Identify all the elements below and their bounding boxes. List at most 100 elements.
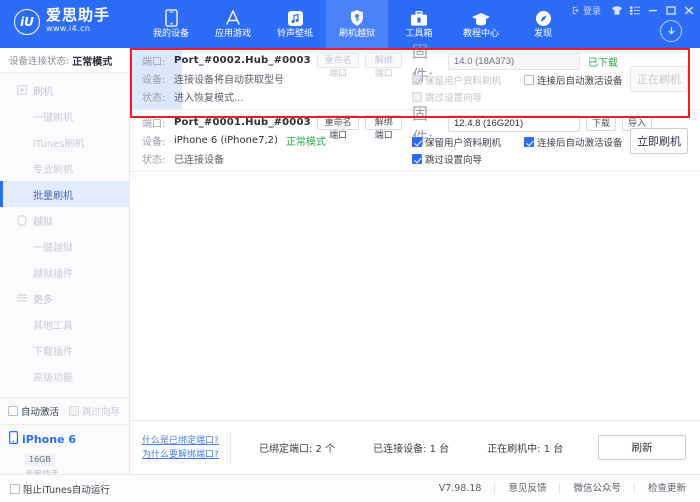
rename-port-button[interactable]: 重命名端口 <box>316 115 360 140</box>
table-row: 端口: Port_#0001.Hub_#0003 重命名端口 解绑端口 设备: … <box>130 104 700 172</box>
sidebar-item-other-tools[interactable]: 其他工具 <box>0 311 129 337</box>
connected-devices-count: 已连接设备: 1 台 <box>373 444 450 455</box>
sidebar-item-label: 下载插件 <box>33 346 73 358</box>
feedback-link[interactable]: 意见反馈 <box>495 483 561 494</box>
sidebar-item-itunes-flash[interactable]: iTunes刷机 <box>0 129 129 155</box>
menu-icon[interactable] <box>627 3 642 17</box>
sidebar-group-label: 刷机 <box>33 86 53 98</box>
connected-device-card[interactable]: iPhone 6 16GB 爱思助手 <box>0 424 130 480</box>
shield-key-icon <box>349 9 365 27</box>
minimize-button[interactable] <box>645 3 660 17</box>
login-button[interactable]: 登录 <box>572 4 601 17</box>
checkbox-label: 跳过设置向导 <box>425 155 483 166</box>
maximize-button[interactable] <box>663 3 678 17</box>
nav-item-apps-games[interactable]: 应用游戏 <box>202 0 264 48</box>
nav-item-my-device[interactable]: 我的设备 <box>140 0 202 48</box>
nav-item-ringtones-wallpaper[interactable]: 铃声壁纸 <box>264 0 326 48</box>
flash-icon <box>16 85 27 96</box>
flash-action-button[interactable]: 立即刷机 <box>630 127 688 154</box>
device-label: 设备: <box>142 75 166 86</box>
firmware-status-badge: 已下载 <box>588 58 618 69</box>
status-bar: 什么是已绑定端口? 为什么要解绑端口? 已绑定端口: 2 个 已连接设备: 1 … <box>130 420 700 474</box>
auto-activate-after-connect-checkbox[interactable]: 连接后自动激活设备 <box>524 135 623 149</box>
row-right-info: 固件: 已下载 保留用户资料刷机 连接后自动激活设备 <box>402 42 700 106</box>
login-label: 登录 <box>582 6 601 17</box>
logo-mark-icon: iU <box>14 8 40 35</box>
sidebar-item-one-key-jailbreak[interactable]: 一键越狱 <box>0 233 129 259</box>
phone-icon <box>164 9 178 27</box>
nav-item-tutorial-center[interactable]: 教程中心 <box>450 0 512 48</box>
sidebar-item-label: 高级功能 <box>33 372 73 384</box>
main-panel: 端口: Port_#0002.Hub_#0003 重命名端口 解绑端口 设备: … <box>130 42 700 502</box>
skin-icon[interactable] <box>609 3 624 17</box>
firmware-input[interactable] <box>448 115 580 132</box>
unbind-port-button: 解绑端口 <box>365 53 402 78</box>
app-logo: iU 爱思助手 www.i4.cn <box>14 8 110 35</box>
checkbox-box <box>412 137 422 147</box>
sidebar-group-more: 更多 <box>0 285 129 311</box>
main-nav: 我的设备 应用游戏 铃声壁纸 刷机越狱 工具箱 教程中心 发现 <box>140 0 574 48</box>
checkbox-label: 保留用户资料刷机 <box>425 76 502 87</box>
sidebar-item-advanced[interactable]: 高级功能 <box>0 363 129 389</box>
state-value: 已连接设备 <box>174 155 224 166</box>
row-left-info: 端口: Port_#0001.Hub_#0003 重命名端口 解绑端口 设备: … <box>130 114 402 168</box>
sidebar-menu: 刷机 一键刷机 iTunes刷机 专业刷机 批量刷机 越狱 一键越狱 越狱插件 … <box>0 73 129 389</box>
checkbox-box <box>8 406 18 416</box>
device-mode-badge: 正常模式 <box>285 137 326 148</box>
firmware-input[interactable] <box>448 53 580 70</box>
bound-ports-count: 已绑定端口: 2 个 <box>259 444 336 455</box>
checkbox-label: 连接后自动激活设备 <box>537 138 623 149</box>
why-unbind-port-link[interactable]: 为什么要解绑端口? <box>142 448 230 462</box>
skip-wizard-checkbox: 跳过向导 <box>69 404 120 418</box>
skip-setup-wizard-checkbox[interactable]: 跳过设置向导 <box>412 152 524 166</box>
sidebar-item-label: 专业刷机 <box>33 164 73 176</box>
unbind-port-button[interactable]: 解绑端口 <box>365 115 402 140</box>
download-circle-icon[interactable] <box>660 20 682 42</box>
device-name: iPhone 6 <box>22 432 76 446</box>
nav-item-flash-jailbreak[interactable]: 刷机越狱 <box>326 0 388 48</box>
check-update-link[interactable]: 检查更新 <box>635 483 688 494</box>
keep-user-data-checkbox[interactable]: 保留用户资料刷机 <box>412 135 524 149</box>
more-icon <box>16 293 27 304</box>
help-links: 什么是已绑定端口? 为什么要解绑端口? <box>130 434 230 462</box>
app-window: 登录 iU 爱思助手 www.i4.cn 我的设备 应用游戏 铃声壁纸 刷机越狱… <box>0 0 700 502</box>
sidebar-item-label: 越狱插件 <box>33 268 73 280</box>
auto-activate-checkbox[interactable]: 自动激活 <box>8 404 59 418</box>
sidebar-item-label: 其他工具 <box>33 320 73 332</box>
checkbox-box <box>524 137 534 147</box>
nav-label: 铃声壁纸 <box>276 29 313 39</box>
checkbox-box <box>412 75 422 85</box>
download-firmware-button[interactable]: 下载 <box>586 116 617 131</box>
flash-action-button: 正在刷机 <box>630 65 688 92</box>
sidebar-item-download-plugins[interactable]: 下载插件 <box>0 337 129 363</box>
title-bar: 登录 iU 爱思助手 www.i4.cn 我的设备 应用游戏 铃声壁纸 刷机越狱… <box>0 0 700 48</box>
footer-bar: 阻止iTunes自动运行 V7.98.18 意见反馈 微信公众号 检查更新 <box>0 474 700 502</box>
block-itunes-label: 阻止iTunes自动运行 <box>23 485 110 496</box>
connection-status: 设备连接状态: 正常模式 <box>0 48 129 73</box>
what-is-bound-port-link[interactable]: 什么是已绑定端口? <box>142 434 230 448</box>
sidebar-item-batch-flash[interactable]: 批量刷机 <box>0 181 129 207</box>
checkbox-box <box>10 484 20 494</box>
checkbox-box <box>412 154 422 164</box>
sidebar-item-label: 批量刷机 <box>33 190 73 202</box>
skip-wizard-label: 跳过向导 <box>82 407 121 418</box>
sidebar-item-one-key-flash[interactable]: 一键刷机 <box>0 103 129 129</box>
nav-label: 发现 <box>533 29 552 39</box>
nav-item-discover[interactable]: 发现 <box>512 0 574 48</box>
close-button[interactable] <box>681 3 696 17</box>
auto-activate-after-connect-checkbox[interactable]: 连接后自动激活设备 <box>524 73 623 87</box>
sidebar: 设备连接状态: 正常模式 刷机 一键刷机 iTunes刷机 专业刷机 批量刷机 <box>0 48 130 502</box>
wechat-link[interactable]: 微信公众号 <box>560 483 635 494</box>
refresh-button[interactable]: 刷新 <box>598 435 686 460</box>
status-counts: 已绑定端口: 2 个 已连接设备: 1 台 正在刷机中: 1 台 <box>231 440 563 455</box>
rename-port-button: 重命名端口 <box>316 53 360 78</box>
sidebar-item-pro-flash[interactable]: 专业刷机 <box>0 155 129 181</box>
block-itunes-checkbox[interactable]: 阻止iTunes自动运行 <box>10 482 110 496</box>
sidebar-item-label: iTunes刷机 <box>33 138 85 150</box>
nav-label: 教程中心 <box>462 29 499 39</box>
sidebar-options: 自动激活 跳过向导 <box>0 397 130 424</box>
compass-icon <box>535 9 552 27</box>
row-left-info: 端口: Port_#0002.Hub_#0003 重命名端口 解绑端口 设备: … <box>130 52 402 106</box>
sidebar-item-jailbreak-plugins[interactable]: 越狱插件 <box>0 259 129 285</box>
checkbox-label: 保留用户资料刷机 <box>425 138 502 149</box>
